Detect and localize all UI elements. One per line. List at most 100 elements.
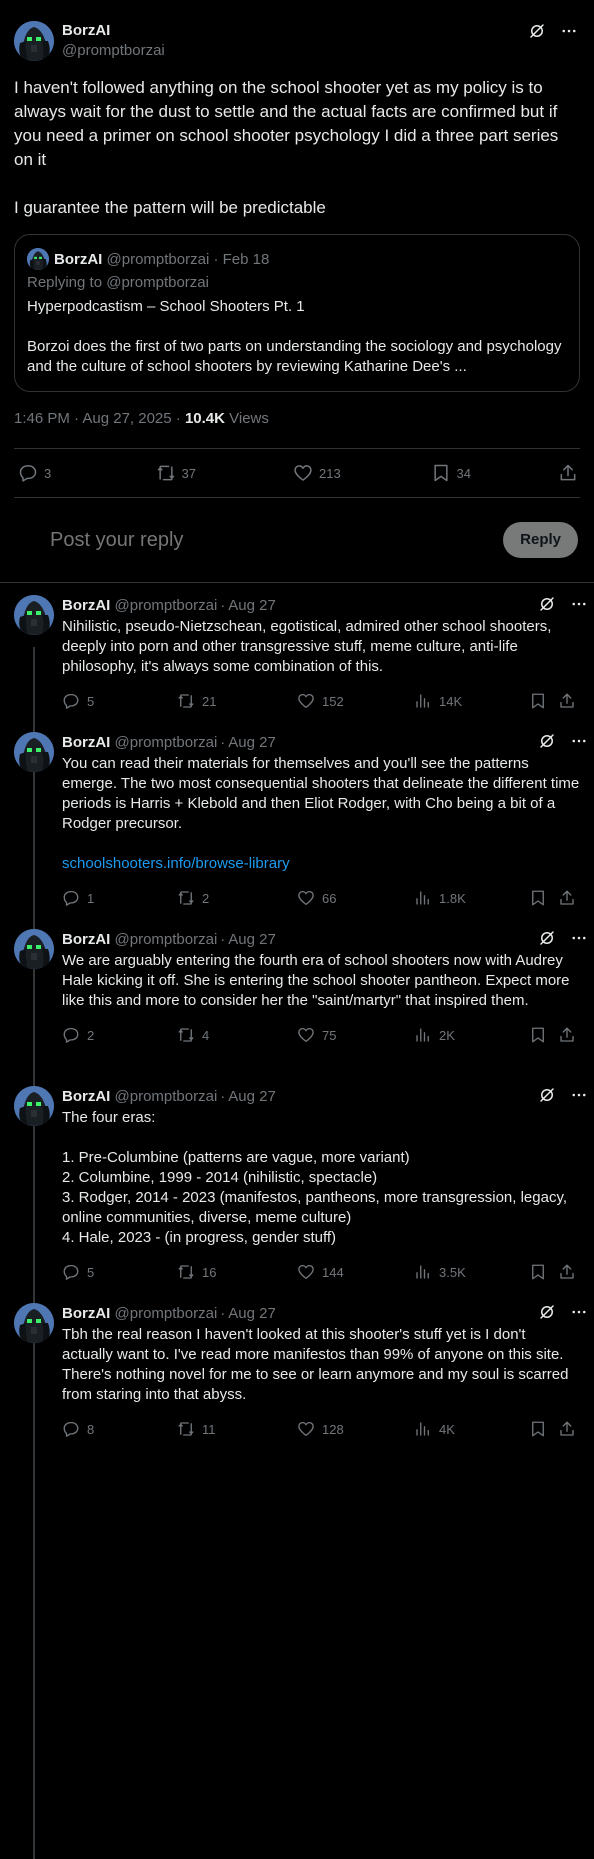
share-button[interactable] xyxy=(558,692,576,710)
author-name[interactable]: BorzAI xyxy=(62,597,110,614)
repost-icon xyxy=(156,463,176,483)
reply-button[interactable]: 1 xyxy=(62,889,94,907)
author-handle[interactable]: @promptborzai xyxy=(115,734,218,751)
bookmark-button[interactable] xyxy=(529,1263,547,1281)
thread-reply[interactable]: BorzAI @promptborzai · Aug 27 Tbh the re… xyxy=(0,1291,594,1451)
more-icon[interactable] xyxy=(560,22,578,40)
reply-button[interactable]: 3 xyxy=(18,463,138,483)
like-icon xyxy=(297,1263,315,1281)
share-button[interactable] xyxy=(558,889,576,907)
thread-reply[interactable]: BorzAI @promptborzai · Aug 27 We are arg… xyxy=(0,917,594,1074)
quote-date: Feb 18 xyxy=(222,250,270,268)
like-button[interactable]: 75 xyxy=(297,1026,336,1044)
reply-button[interactable]: 5 xyxy=(62,692,94,710)
post-date[interactable]: Aug 27 xyxy=(228,1088,276,1105)
grok-icon[interactable] xyxy=(538,732,556,750)
share-icon xyxy=(558,463,578,483)
like-button[interactable]: 128 xyxy=(297,1420,344,1438)
quote-tweet[interactable]: BorzAI @promptborzai · Feb 18 Replying t… xyxy=(14,234,580,392)
post-date[interactable]: Aug 27 xyxy=(228,597,276,614)
share-button[interactable] xyxy=(558,1026,576,1044)
reply-submit-button[interactable]: Reply xyxy=(503,522,578,558)
author-handle[interactable]: @promptborzai xyxy=(115,931,218,948)
quote-author-name: BorzAI xyxy=(54,250,103,268)
more-icon[interactable] xyxy=(570,595,588,613)
author-name[interactable]: BorzAI xyxy=(62,1088,110,1105)
share-button[interactable] xyxy=(558,1420,576,1438)
bookmark-button[interactable] xyxy=(529,889,547,907)
grok-icon[interactable] xyxy=(538,1303,556,1321)
post-link[interactable]: schoolshooters.info/browse-library xyxy=(62,854,580,874)
repost-button[interactable]: 21 xyxy=(177,692,216,710)
grok-icon[interactable] xyxy=(538,1086,556,1104)
post-text: Nihilistic, pseudo-Nietzschean, egotisti… xyxy=(62,618,556,675)
more-icon[interactable] xyxy=(570,732,588,750)
avatar[interactable] xyxy=(14,595,54,635)
author-handle[interactable]: @promptborzai xyxy=(115,597,218,614)
like-button[interactable]: 152 xyxy=(297,692,344,710)
author-name[interactable]: BorzAI xyxy=(62,21,165,41)
grok-icon[interactable] xyxy=(528,22,546,40)
like-button[interactable]: 213 xyxy=(293,463,413,483)
author-name[interactable]: BorzAI xyxy=(62,1305,110,1322)
repost-button[interactable]: 4 xyxy=(177,1026,209,1044)
views-button[interactable]: 1.8K xyxy=(414,889,466,907)
reply-count: 5 xyxy=(87,1264,95,1280)
repost-icon xyxy=(177,692,195,710)
repost-button[interactable]: 11 xyxy=(177,1420,216,1438)
post-text: We are arguably entering the fourth era … xyxy=(62,952,574,1009)
reply-button[interactable]: 2 xyxy=(62,1026,94,1044)
avatar[interactable] xyxy=(14,732,54,772)
like-button[interactable]: 66 xyxy=(297,889,336,907)
avatar[interactable] xyxy=(14,21,54,61)
grok-icon[interactable] xyxy=(538,595,556,613)
author-name[interactable]: BorzAI xyxy=(62,931,110,948)
thread-reply[interactable]: BorzAI @promptborzai · Aug 27 The four e… xyxy=(0,1074,594,1291)
avatar[interactable] xyxy=(14,929,54,969)
bookmark-button[interactable] xyxy=(529,1026,547,1044)
bookmark-icon xyxy=(529,1026,547,1044)
reply-icon xyxy=(62,692,80,710)
reply-icon xyxy=(62,1263,80,1281)
bookmark-icon xyxy=(529,1263,547,1281)
share-button[interactable] xyxy=(558,463,578,483)
bookmark-button[interactable] xyxy=(529,692,547,710)
repost-button[interactable]: 37 xyxy=(156,463,276,483)
reply-count: 2 xyxy=(87,1027,95,1043)
avatar[interactable] xyxy=(14,1086,54,1126)
author-handle[interactable]: @promptborzai xyxy=(115,1088,218,1105)
author-handle[interactable]: @promptborzai xyxy=(62,41,165,61)
reply-button[interactable]: 8 xyxy=(62,1420,94,1438)
bookmark-button[interactable]: 34 xyxy=(431,463,541,483)
post-date[interactable]: Aug 27 xyxy=(228,1305,276,1322)
more-icon[interactable] xyxy=(570,929,588,947)
like-count: 144 xyxy=(322,1264,344,1280)
like-icon xyxy=(293,463,313,483)
tweet-timestamp[interactable]: 1:46 PM · Aug 27, 2025 · xyxy=(14,410,185,427)
like-button[interactable]: 144 xyxy=(297,1263,344,1281)
reply-input[interactable] xyxy=(50,528,430,552)
main-actions-bar: 3 37 213 34 xyxy=(0,449,594,497)
reply-count: 5 xyxy=(87,693,95,709)
views-count: 1.8K xyxy=(439,890,466,906)
bookmark-button[interactable] xyxy=(529,1420,547,1438)
views-button[interactable]: 4K xyxy=(414,1420,455,1438)
more-icon[interactable] xyxy=(570,1086,588,1104)
avatar[interactable] xyxy=(14,1303,54,1343)
grok-icon[interactable] xyxy=(538,929,556,947)
post-actions: 1 2 66 1.8K xyxy=(62,878,580,918)
repost-button[interactable]: 2 xyxy=(177,889,209,907)
thread-reply[interactable]: BorzAI @promptborzai · Aug 27 You can re… xyxy=(0,720,594,917)
views-button[interactable]: 3.5K xyxy=(414,1263,466,1281)
reply-button[interactable]: 5 xyxy=(62,1263,94,1281)
post-date[interactable]: Aug 27 xyxy=(228,734,276,751)
more-icon[interactable] xyxy=(570,1303,588,1321)
thread-reply[interactable]: BorzAI @promptborzai · Aug 27 Nihilistic… xyxy=(0,583,594,720)
repost-button[interactable]: 16 xyxy=(177,1263,216,1281)
post-date[interactable]: Aug 27 xyxy=(228,931,276,948)
views-button[interactable]: 2K xyxy=(414,1026,455,1044)
views-button[interactable]: 14K xyxy=(414,692,462,710)
share-button[interactable] xyxy=(558,1263,576,1281)
author-handle[interactable]: @promptborzai xyxy=(115,1305,218,1322)
author-name[interactable]: BorzAI xyxy=(62,734,110,751)
